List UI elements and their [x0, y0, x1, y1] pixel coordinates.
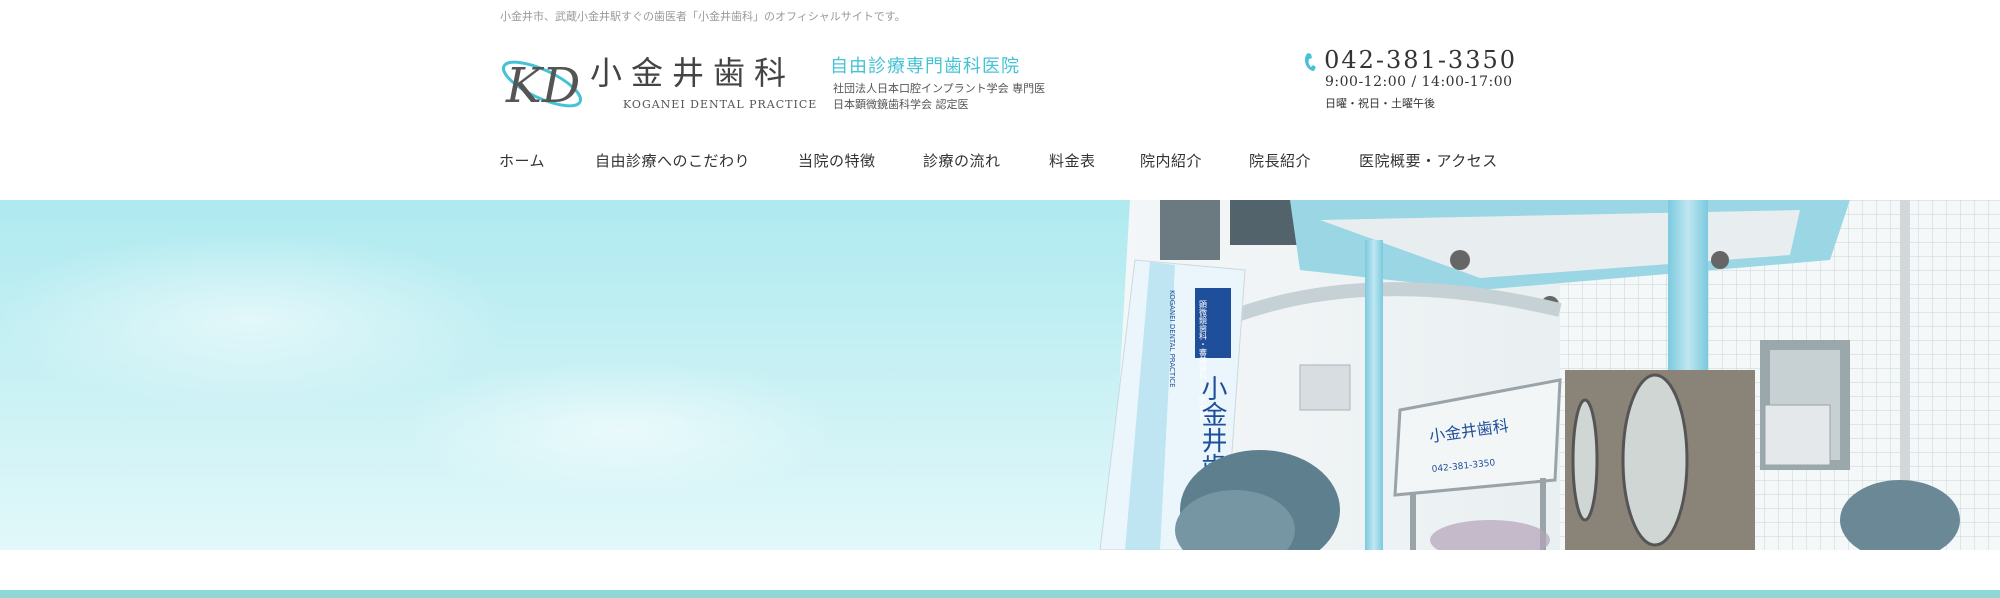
logo-mark-icon: KD [501, 58, 583, 114]
nav-item-commitment[interactable]: 自由診療へのこだわり [595, 150, 750, 171]
accent-bar [0, 590, 2000, 598]
clinic-logo[interactable]: KD 小金井歯科 KOGANEI DENTAL PRACTICE [498, 50, 816, 120]
site-tagline: 小金井市、武蔵小金井駅すぐの歯医者「小金井歯科」のオフィシャルサイトです。 [500, 10, 906, 23]
nav-item-director[interactable]: 院長紹介 [1249, 150, 1311, 171]
phone-contact[interactable]: 042-381-3350 [1303, 46, 1517, 74]
certifications: 社団法人日本口腔インプラント学会 専門医 日本顕微鏡歯科学会 認定医 [833, 81, 1045, 113]
clinic-name-en: KOGANEI DENTAL PRACTICE [623, 98, 818, 111]
nav-item-fees[interactable]: 料金表 [1049, 150, 1096, 171]
nav-item-facility[interactable]: 院内紹介 [1140, 150, 1202, 171]
clinic-slogan: 自由診療専門歯科医院 [830, 56, 1020, 77]
nav-item-features[interactable]: 当院の特徴 [798, 150, 876, 171]
global-nav: ホーム 自由診療へのこだわり 当院の特徴 診療の流れ 料金表 院内紹介 院長紹介… [0, 150, 2000, 174]
cert-line-2: 日本顕微鏡歯科学会 認定医 [833, 98, 969, 111]
nav-item-access[interactable]: 医院概要・アクセス [1359, 150, 1498, 171]
cert-line-1: 社団法人日本口腔インプラント学会 専門医 [833, 82, 1046, 95]
business-hours: 9:00-12:00 / 14:00-17:00 [1325, 74, 1513, 90]
hero-banner: 顕微鏡歯科・審美歯科・予防歯科 小金井歯科 KOGANEI DENTAL PRA… [0, 200, 2000, 550]
closed-days: 日曜・祝日・土曜午後 [1325, 97, 1435, 110]
nav-item-flow[interactable]: 診療の流れ [923, 150, 1001, 171]
logo-mark-text: KD [505, 58, 580, 114]
phone-icon [1304, 53, 1316, 71]
sign-en-text: KOGANEI DENTAL PRACTICE [1168, 290, 1176, 388]
clinic-name: 小金井歯科 [590, 54, 796, 92]
clinic-building-photo: 顕微鏡歯科・審美歯科・予防歯科 小金井歯科 KOGANEI DENTAL PRA… [0, 200, 2000, 550]
phone-number[interactable]: 042-381-3350 [1324, 46, 1517, 74]
nav-item-home[interactable]: ホーム [499, 150, 545, 171]
